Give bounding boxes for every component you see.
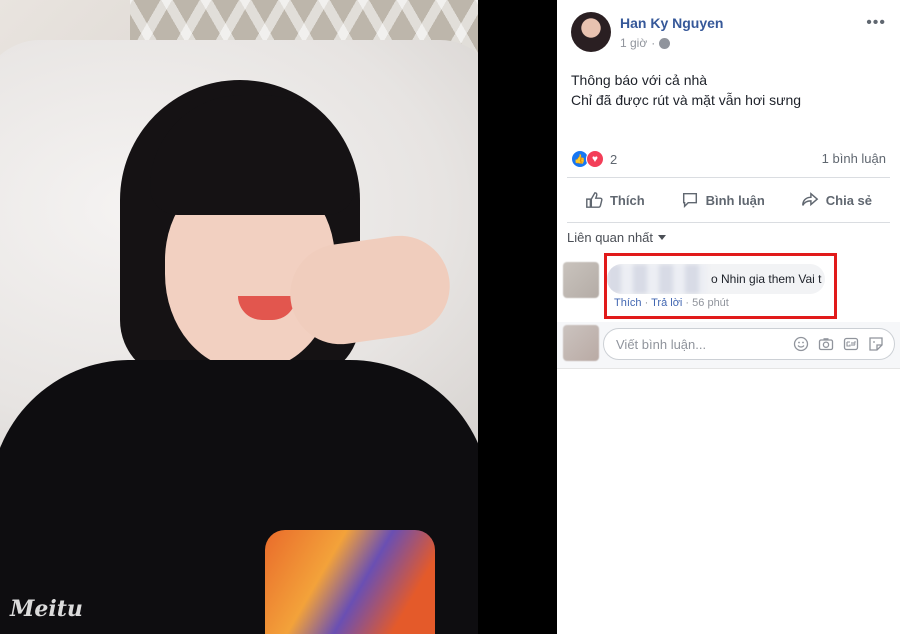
emoji-icon[interactable] xyxy=(793,336,809,352)
share-label: Chia sẻ xyxy=(825,192,873,208)
gif-icon[interactable] xyxy=(843,336,859,352)
comment-label: Bình luận xyxy=(705,192,765,208)
author-avatar[interactable] xyxy=(571,12,611,52)
comment-count[interactable]: 1 bình luận xyxy=(822,151,886,166)
comment-item: o Nhin gia them Vai t Thích · Trả lời · … xyxy=(557,252,900,322)
comment-icon xyxy=(682,192,697,209)
composer-icons xyxy=(793,336,884,352)
author-name[interactable]: Han Ky Nguyen xyxy=(620,15,723,31)
sort-label: Liên quan nhất xyxy=(567,230,654,245)
like-button[interactable]: Thích xyxy=(585,191,645,209)
comment-sort-dropdown[interactable]: Liên quan nhất xyxy=(567,230,667,245)
love-reaction-icon: ♥ xyxy=(586,150,604,168)
like-label: Thích xyxy=(609,192,645,208)
reaction-count: 2 xyxy=(610,151,618,167)
watermark: Meitu xyxy=(10,596,83,622)
post-header: Han Ky Nguyen 1 giờ · ••• xyxy=(571,12,888,56)
post-stats: 👍 ♥ 2 1 bình luận xyxy=(571,150,888,170)
caret-down-icon xyxy=(658,235,667,240)
post-text: Thông báo với cả nhà Chỉ đã được rút và … xyxy=(571,70,887,110)
share-button[interactable]: Chia sẻ xyxy=(801,191,872,209)
post-meta: 1 giờ · xyxy=(620,36,671,50)
post-photo[interactable]: Meitu xyxy=(0,0,478,634)
commenter-avatar[interactable] xyxy=(563,262,599,298)
post-time[interactable]: 1 giờ xyxy=(620,36,647,50)
post-text-line: Thông báo với cả nhà xyxy=(571,72,708,88)
shirt-print xyxy=(265,530,435,634)
globe-icon xyxy=(659,37,671,49)
post-text-line: Chỉ đã được rút và mặt vẫn hơi sưng xyxy=(571,92,802,108)
viewer-avatar xyxy=(563,325,599,361)
comment-button[interactable]: Bình luận xyxy=(681,191,765,209)
comment-input-placeholder: Viết bình luận... xyxy=(616,337,707,352)
more-options-icon[interactable]: ••• xyxy=(866,14,886,32)
red-highlight-box xyxy=(604,253,837,319)
separator-dot: · xyxy=(651,36,656,50)
comment-input[interactable]: Viết bình luận... xyxy=(603,328,895,360)
sticker-icon[interactable] xyxy=(868,336,884,352)
camera-icon[interactable] xyxy=(818,336,834,352)
reactions-summary[interactable]: 👍 ♥ 2 xyxy=(571,150,617,168)
share-icon xyxy=(801,192,819,207)
action-bar: Thích Bình luận Chia sẻ xyxy=(567,177,890,223)
post-panel: Han Ky Nguyen 1 giờ · ••• Thông báo với … xyxy=(557,0,900,634)
thumbs-up-icon xyxy=(586,192,603,208)
comment-composer: Viết bình luận... xyxy=(557,322,900,369)
